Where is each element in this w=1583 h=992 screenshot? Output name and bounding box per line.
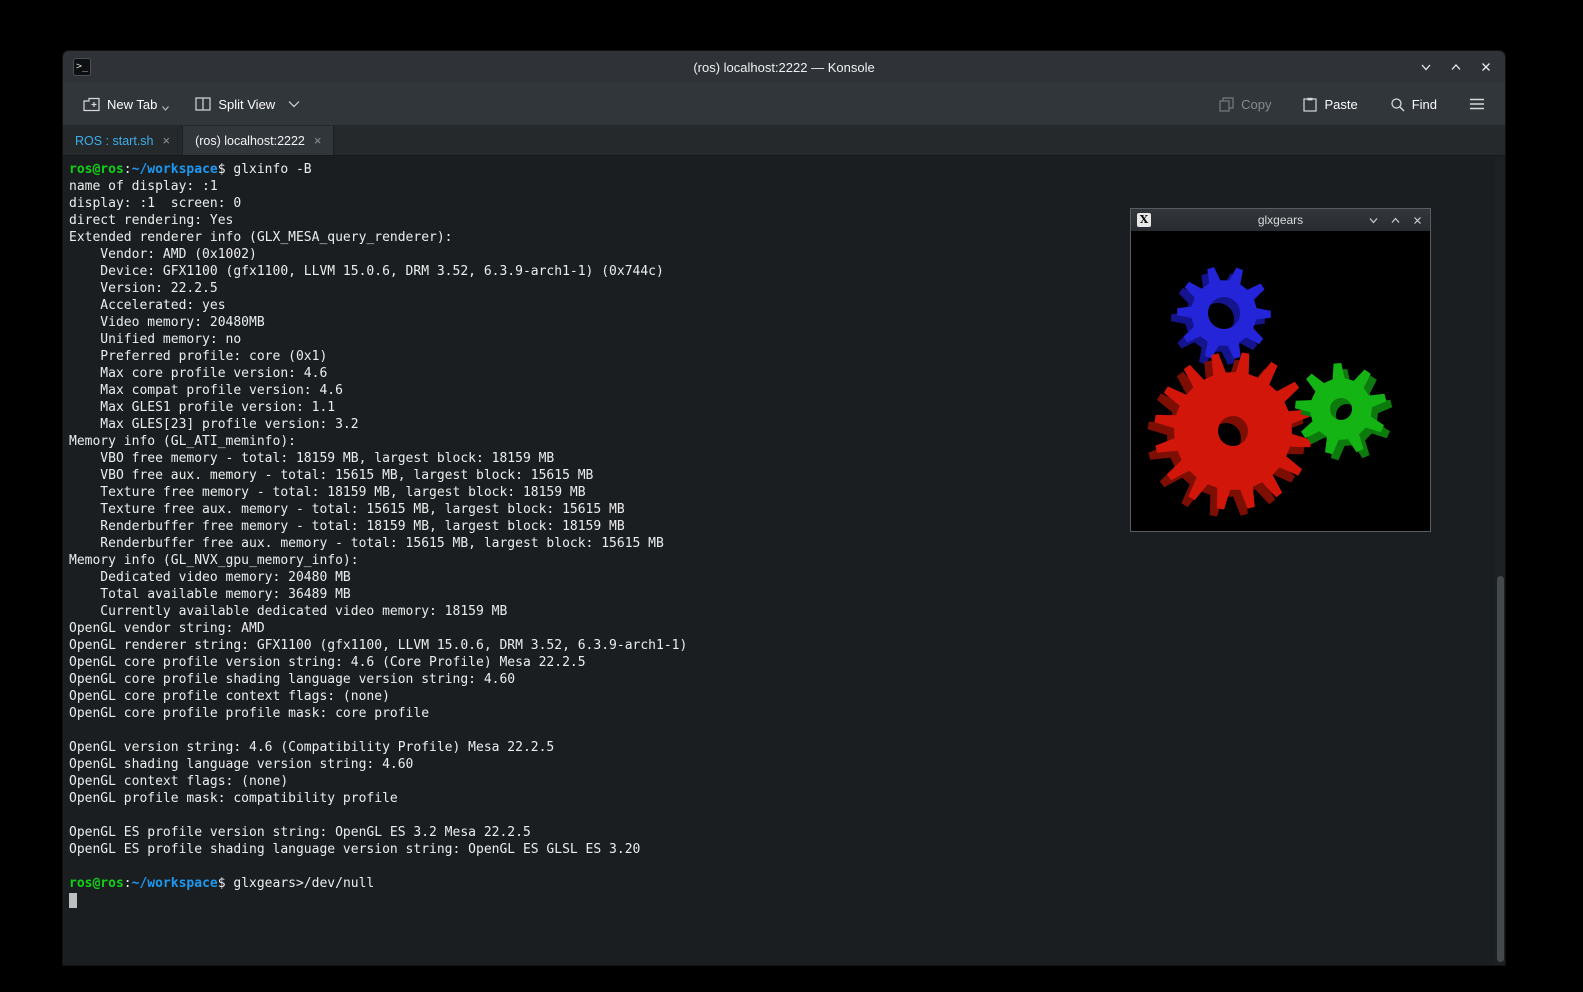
terminal-line: OpenGL renderer string: GFX1100 (gfx1100…	[69, 637, 1491, 654]
desktop: >_ (ros) localhost:2222 — Konsole New Ta…	[0, 0, 1583, 992]
window-title: (ros) localhost:2222 — Konsole	[63, 60, 1505, 75]
terminal-line: Total available memory: 36489 MB	[69, 586, 1491, 603]
glxgears-window: X glxgears	[1130, 208, 1431, 532]
terminal-line: Memory info (GL_NVX_gpu_memory_info):	[69, 552, 1491, 569]
glxgears-titlebar[interactable]: X glxgears	[1131, 209, 1430, 231]
terminal-line	[69, 858, 1491, 875]
terminal-line: OpenGL context flags: (none)	[69, 773, 1491, 790]
tab-1[interactable]: ROS : start.sh ×	[63, 126, 183, 155]
copy-label: Copy	[1241, 97, 1271, 112]
chevron-down-icon	[288, 100, 300, 108]
terminal-line: OpenGL core profile shading language ver…	[69, 671, 1491, 688]
close-icon	[1479, 60, 1493, 74]
terminal-line: OpenGL vendor string: AMD	[69, 620, 1491, 637]
chevron-down-icon	[1368, 215, 1379, 226]
terminal-line: OpenGL core profile context flags: (none…	[69, 688, 1491, 705]
terminal-line: ros@ros:~/workspace$ glxinfo -B	[69, 161, 1491, 178]
glxgears-controls	[1366, 213, 1424, 227]
find-button[interactable]: Find	[1382, 91, 1445, 118]
x11-icon: X	[1137, 213, 1151, 227]
toolbar-right-group: Copy Paste Find	[1211, 91, 1493, 118]
close-button[interactable]	[1477, 58, 1495, 76]
terminal-line	[69, 722, 1491, 739]
titlebar[interactable]: >_ (ros) localhost:2222 — Konsole	[63, 51, 1505, 83]
paste-icon	[1303, 97, 1317, 112]
minimize-button[interactable]	[1417, 58, 1435, 76]
new-tab-button[interactable]: New Tab	[75, 91, 177, 118]
tab-label: ROS : start.sh	[75, 134, 154, 148]
close-button[interactable]	[1410, 213, 1424, 227]
new-tab-label: New Tab	[107, 97, 157, 112]
chevron-up-icon	[1390, 215, 1401, 226]
terminal-line: name of display: :1	[69, 178, 1491, 195]
find-label: Find	[1412, 97, 1437, 112]
maximize-button[interactable]	[1388, 213, 1402, 227]
copy-button[interactable]: Copy	[1211, 91, 1279, 118]
close-icon	[1412, 215, 1423, 226]
split-view-icon	[195, 97, 211, 111]
hamburger-menu-button[interactable]	[1461, 92, 1493, 116]
terminal-line: Currently available dedicated video memo…	[69, 603, 1491, 620]
terminal-line: OpenGL version string: 4.6 (Compatibilit…	[69, 739, 1491, 756]
tab-label: (ros) localhost:2222	[195, 134, 305, 148]
chevron-up-icon	[1449, 60, 1463, 74]
scrollbar-thumb[interactable]	[1497, 576, 1504, 962]
new-tab-icon	[83, 97, 100, 112]
terminal-line: ros@ros:~/workspace$ glxgears>/dev/null	[69, 875, 1491, 892]
terminal-line: Renderbuffer free aux. memory - total: 1…	[69, 535, 1491, 552]
tab-close-icon[interactable]: ×	[163, 134, 171, 147]
chevron-down-icon	[1419, 60, 1433, 74]
terminal-cursor	[69, 893, 77, 908]
terminal-line	[69, 892, 1491, 909]
terminal-line: OpenGL core profile version string: 4.6 …	[69, 654, 1491, 671]
maximize-button[interactable]	[1447, 58, 1465, 76]
hamburger-menu-icon	[1469, 98, 1485, 110]
window-controls	[1417, 58, 1495, 76]
paste-button[interactable]: Paste	[1295, 91, 1365, 118]
paste-label: Paste	[1324, 97, 1357, 112]
copy-icon	[1219, 97, 1234, 112]
konsole-app-icon: >_	[73, 58, 91, 76]
search-icon	[1390, 97, 1405, 112]
chevron-down-icon	[162, 106, 169, 111]
terminal-line: OpenGL profile mask: compatibility profi…	[69, 790, 1491, 807]
split-view-label: Split View	[218, 97, 275, 112]
terminal-line: Dedicated video memory: 20480 MB	[69, 569, 1491, 586]
tab-bar: ROS : start.sh × (ros) localhost:2222 ×	[63, 126, 1505, 156]
terminal-line: OpenGL core profile profile mask: core p…	[69, 705, 1491, 722]
tab-2[interactable]: (ros) localhost:2222 ×	[183, 126, 334, 155]
gears-canvas	[1131, 231, 1430, 531]
tab-close-icon[interactable]: ×	[314, 134, 322, 147]
minimize-button[interactable]	[1366, 213, 1380, 227]
terminal-line: OpenGL ES profile shading language versi…	[69, 841, 1491, 858]
terminal-line	[69, 807, 1491, 824]
toolbar: New Tab Split View Copy Paste	[63, 83, 1505, 126]
terminal-line: OpenGL shading language version string: …	[69, 756, 1491, 773]
terminal-line: OpenGL ES profile version string: OpenGL…	[69, 824, 1491, 841]
split-view-button[interactable]: Split View	[187, 91, 308, 118]
